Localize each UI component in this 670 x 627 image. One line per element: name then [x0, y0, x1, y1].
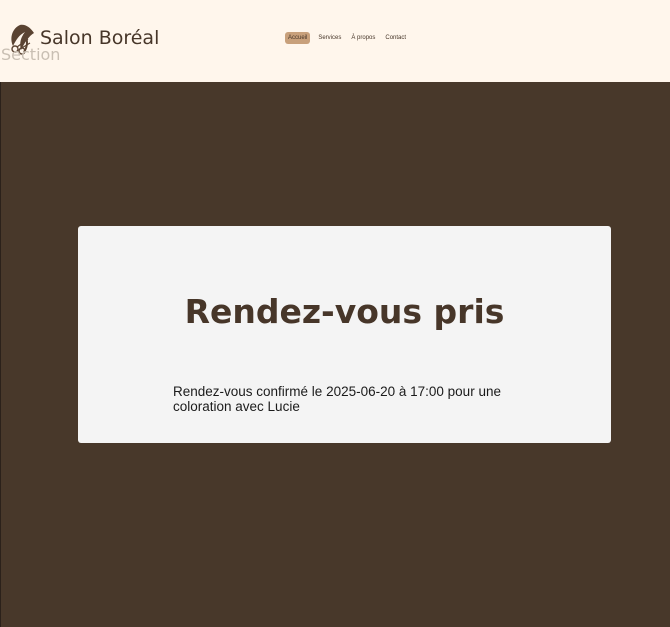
confirmation-card: Rendez-vous pris Rendez-vous confirmé le… [78, 226, 611, 443]
main-nav: Accueil Services À propos Contact [285, 32, 408, 44]
nav-item-contact[interactable]: Contact [383, 32, 408, 44]
site-header: Salon Boréal Section Accueil Services À … [0, 0, 670, 82]
confirmation-title: Rendez-vous pris [184, 292, 505, 332]
nav-item-a-propos[interactable]: À propos [349, 32, 377, 44]
section-ghost-label: Section [1, 45, 61, 64]
confirmation-message: Rendez-vous confirmé le 2025-06-20 à 17:… [173, 383, 501, 414]
nav-item-services[interactable]: Services [316, 32, 343, 44]
nav-item-accueil[interactable]: Accueil [285, 32, 311, 44]
